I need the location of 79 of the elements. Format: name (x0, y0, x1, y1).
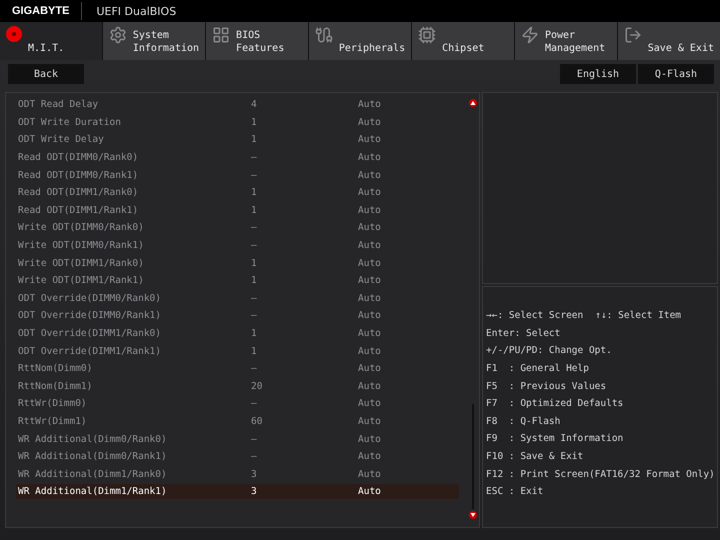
setting-option[interactable]: Auto (356, 484, 459, 500)
back-button[interactable]: Back (8, 64, 84, 84)
setting-label[interactable]: WR Additional(Dimm1/Rank0) 3 (16, 466, 356, 482)
setting-option[interactable]: Auto (356, 290, 459, 306)
setting-label[interactable]: ODT Override(DIMM1/Rank1) 1 (16, 344, 356, 359)
setting-label[interactable]: RttWr(Dimm0) – (16, 396, 356, 412)
window-title: UEFI DualBIOS (95, 4, 176, 18)
setting-label[interactable]: Write ODT(DIMM0/Rank1) – (16, 238, 356, 254)
setting-label[interactable]: ODT Override(DIMM0/Rank0) – (16, 290, 356, 306)
setting-label[interactable]: RttNom(Dimm1) 20 (16, 378, 356, 394)
setting-option[interactable]: Auto (356, 273, 459, 288)
setting-option[interactable]: Auto (356, 361, 459, 376)
setting-label[interactable]: WR Additional(Dimm0/Rank0) – (16, 432, 356, 447)
setting-option[interactable]: Auto (356, 396, 459, 412)
brand-logo: GIGABYTE (0, 2, 82, 20)
setting-option[interactable]: Auto (356, 432, 459, 447)
setting-option[interactable]: Auto (356, 238, 459, 254)
scroll-down-icon[interactable] (469, 511, 477, 519)
setting-label[interactable]: ODT Override(DIMM1/Rank0) 1 (16, 326, 356, 342)
chip-icon (418, 26, 436, 44)
scroll-up-icon[interactable] (469, 99, 477, 107)
help-text: Enter: Select (486, 328, 560, 339)
setting-option[interactable]: Auto (356, 344, 459, 359)
setting-label[interactable]: Write ODT(DIMM0/Rank0) – (16, 220, 356, 236)
menu-tab[interactable]: BIOS Features (206, 22, 308, 60)
setting-label[interactable]: ODT Override(DIMM0/Rank1) – (16, 308, 356, 324)
help-text: +/-/PU/PD: Change Opt. (486, 345, 612, 356)
setting-label[interactable]: ODT Write Delay 1 (16, 132, 356, 148)
setting-label[interactable]: Read ODT(DIMM0/Rank0) – (16, 150, 356, 166)
setting-option[interactable]: Auto (356, 114, 459, 130)
setting-label[interactable]: Write ODT(DIMM1/Rank0) 1 (16, 256, 356, 271)
setting-option[interactable]: Auto (356, 256, 459, 271)
grid-icon (212, 26, 230, 44)
setting-option[interactable]: Auto (356, 220, 459, 236)
help-text: F12 : Print Screen(FAT16/32 Format Only) (486, 468, 715, 480)
setting-option[interactable]: Auto (356, 378, 459, 394)
help-text: F5 : Previous Values (486, 380, 606, 392)
lightning-icon (520, 26, 539, 44)
setting-option[interactable]: Auto (356, 326, 459, 342)
help-text: ↑↓: Select Item (595, 310, 682, 322)
help-text: F10 : Save & Exit (486, 451, 584, 462)
setting-option[interactable]: Auto (356, 308, 459, 324)
menu-tab[interactable]: System Information (102, 22, 206, 60)
setting-option[interactable]: Auto (356, 414, 459, 429)
toolbar-button[interactable]: Q-Flash (638, 64, 714, 84)
setting-label[interactable]: Write ODT(DIMM1/Rank1) 1 (16, 273, 356, 288)
help-text: →←: Select Screen (486, 310, 584, 322)
setting-option[interactable]: Auto (356, 150, 459, 166)
setting-option[interactable]: Auto (356, 168, 459, 183)
setting-label[interactable]: WR Additional(Dimm1/Rank1) 3 (16, 484, 356, 500)
setting-label[interactable]: WR Additional(Dimm0/Rank1) – (16, 449, 356, 464)
setting-option[interactable]: Auto (356, 97, 459, 112)
setting-label[interactable]: ODT Write Duration 1 (16, 114, 356, 130)
help-text: F9 : System Information (486, 433, 624, 444)
setting-label[interactable]: Read ODT(DIMM0/Rank1) – (16, 168, 356, 183)
setting-label[interactable]: RttWr(Dimm1) 60 (16, 414, 356, 429)
setting-label[interactable]: ODT Read Delay 4 (16, 97, 356, 112)
help-text: F1 : General Help (486, 363, 589, 374)
exit-icon (624, 26, 642, 44)
setting-label[interactable]: RttNom(Dimm0) – (16, 361, 356, 376)
menu-tab[interactable]: Save & Exit (618, 22, 720, 60)
setting-option[interactable]: Auto (356, 202, 459, 218)
menu-tab[interactable]: Peripherals (308, 22, 412, 60)
setting-label[interactable]: Read ODT(DIMM1/Rank0) 1 (16, 185, 356, 200)
help-text: F7 : Optimized Defaults (486, 398, 624, 410)
record-dot-icon (6, 26, 22, 42)
toolbar-button[interactable]: English (560, 64, 636, 84)
setting-option[interactable]: Auto (356, 185, 459, 200)
help-text: F8 : Q-Flash (486, 416, 560, 427)
setting-option[interactable]: Auto (356, 466, 459, 482)
menu-tab[interactable]: Chipset (412, 22, 514, 60)
setting-label[interactable]: Read ODT(DIMM1/Rank1) 1 (16, 202, 356, 218)
menu-tab[interactable]: Power Management (514, 22, 617, 60)
cable-icon (314, 26, 333, 44)
setting-option[interactable]: Auto (356, 132, 459, 148)
gear-icon (108, 26, 127, 44)
menu-tab[interactable]: M.I.T. (0, 22, 102, 60)
setting-option[interactable]: Auto (356, 449, 459, 464)
help-text: ESC : Exit (486, 486, 544, 498)
